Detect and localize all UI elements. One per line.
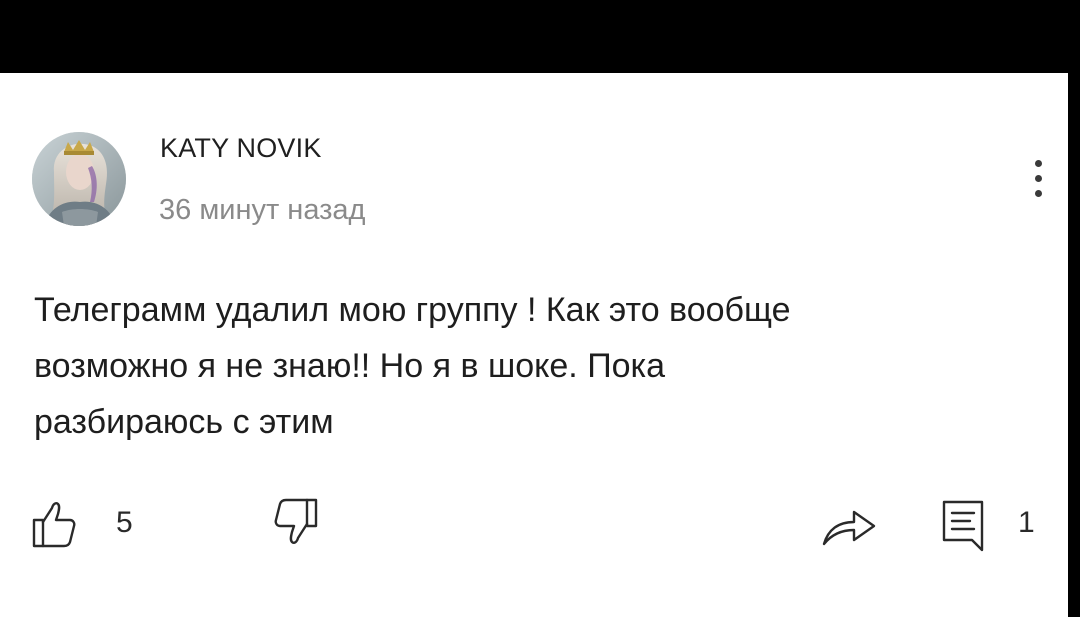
- like-count: 5: [116, 506, 133, 539]
- comment-timestamp[interactable]: 36 минут назад: [159, 194, 365, 227]
- author-name[interactable]: KATY NOVIK: [160, 133, 322, 164]
- more-options-button[interactable]: [1024, 152, 1054, 204]
- like-button[interactable]: [30, 498, 78, 550]
- comment-icon: [942, 500, 984, 552]
- right-black-edge: [1068, 73, 1080, 617]
- avatar[interactable]: [32, 132, 126, 226]
- comment-line: возможно я не знаю!! Но я в шоке. Пока: [34, 347, 666, 385]
- share-button[interactable]: [816, 496, 880, 552]
- top-black-bar: [0, 0, 1080, 73]
- comment-line: разбираюсь с этим: [34, 403, 334, 441]
- reply-button[interactable]: [938, 496, 988, 552]
- dislike-button[interactable]: [266, 494, 320, 554]
- reply-count: 1: [1018, 506, 1035, 539]
- share-icon: [822, 510, 876, 546]
- comment-text: Телеграмм удалил мою группу ! Как это во…: [34, 282, 1034, 450]
- thumbs-down-icon: [274, 498, 318, 544]
- thumbs-up-icon: [32, 502, 76, 548]
- comment-line: Телеграмм удалил мою группу ! Как это во…: [34, 291, 791, 329]
- avatar-image: [32, 132, 126, 226]
